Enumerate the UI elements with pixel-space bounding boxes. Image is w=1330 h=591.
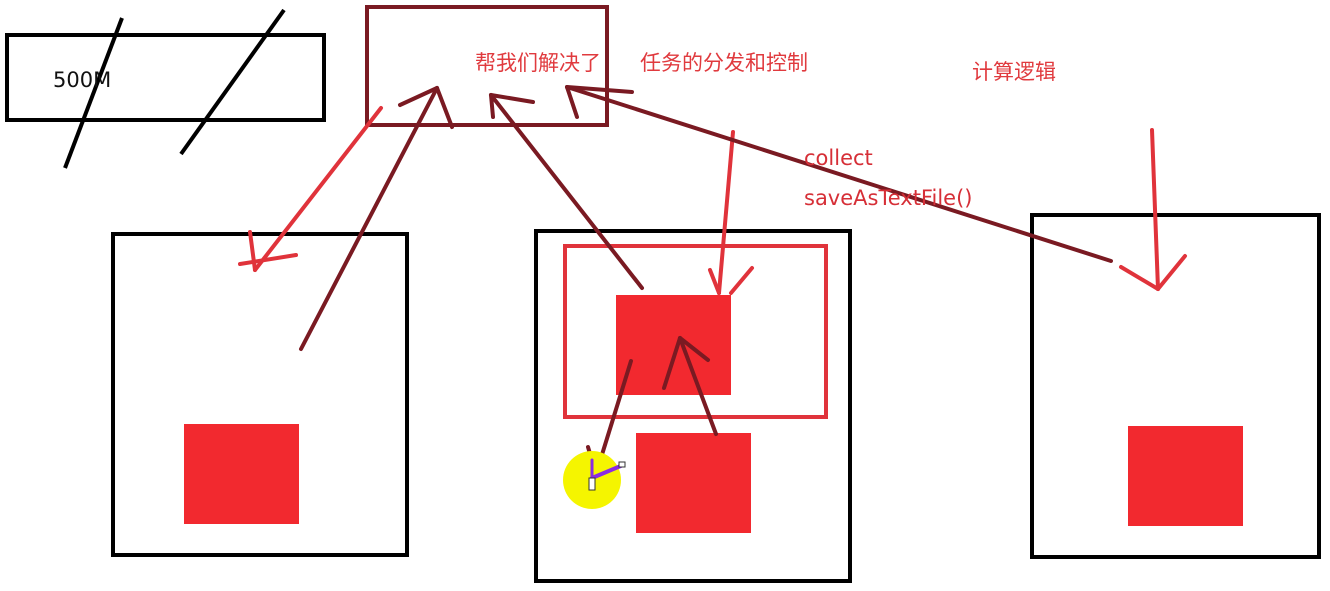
compute-logic-label: 计算逻辑: [972, 60, 1056, 84]
strike-line-1: [63, 17, 124, 169]
collect-arrow-node3: [565, 85, 1113, 263]
task-block: [616, 295, 731, 395]
save-as-text-file-label: saveAsTextFile(): [804, 186, 973, 210]
partition-block-1: [184, 424, 299, 524]
driver-note-label-2: 任务的分发和控制: [640, 51, 808, 75]
dispatch-arrow-node3: [1119, 128, 1187, 291]
return-arrow-node1: [299, 86, 454, 351]
diagram-canvas: [5, 5, 1321, 583]
partition-block-3: [1128, 426, 1243, 526]
partition-block-2: [636, 433, 751, 533]
driver-note-label: 帮我们解决了: [475, 51, 601, 75]
data-size-label: 500M: [53, 68, 112, 92]
strike-line-2: [179, 8, 286, 156]
collect-label: collect: [804, 146, 873, 170]
dispatch-arrow-node2: [708, 130, 754, 295]
dispatch-arrow-node1: [238, 106, 383, 272]
